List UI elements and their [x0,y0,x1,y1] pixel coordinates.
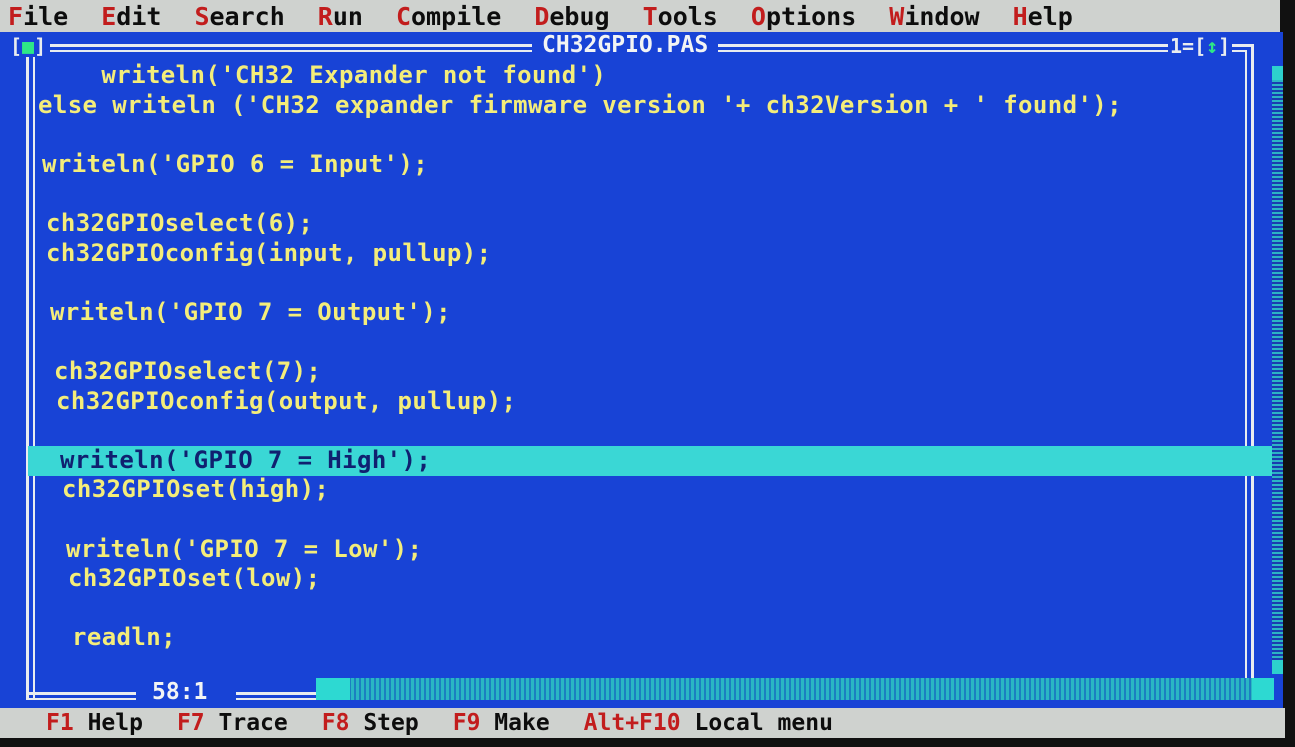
function-key-bar: F1 Help F7 Trace F8 Step F9 Make Alt+F10… [0,708,1285,738]
code-line[interactable]: writeln('GPIO 7 = Output'); [50,298,451,326]
fkey-local-menu[interactable]: Alt+F10 Local menu [584,710,833,736]
menu-run[interactable]: Run [318,2,363,31]
window-title: CH32GPIO.PAS [532,32,719,58]
frame-bottom-line [236,692,316,695]
cursor-position: 58:1 [152,679,208,705]
menu-file[interactable]: File [8,2,68,31]
scroll-up-arrow-icon[interactable] [1272,66,1283,80]
code-line[interactable]: ch32GPIOset(low); [68,564,320,592]
menu-window[interactable]: Window [889,2,979,31]
editor-window[interactable]: [■] CH32GPIO.PAS 1=[↕] writeln('CH32 Exp… [0,32,1283,708]
vertical-scrollbar[interactable] [1272,66,1283,674]
code-line[interactable]: ch32GPIOconfig(output, pullup); [56,387,516,415]
code-line[interactable]: else writeln ('CH32 expander firmware ve… [38,91,1122,119]
menu-search[interactable]: Search [194,2,284,31]
close-icon: ■ [22,34,35,58]
menu-options[interactable]: Options [751,2,856,31]
scroll-down-arrow-icon[interactable] [1272,660,1283,674]
code-line[interactable]: writeln('CH32 Expander not found') [42,61,606,89]
menu-bar: File Edit Search Run Compile Debug Tools… [0,0,1280,32]
code-line[interactable]: writeln('GPIO 6 = Input'); [42,150,428,178]
scroll-left-arrow-icon[interactable] [316,678,350,700]
code-line[interactable]: writeln('GPIO 7 = Low'); [66,535,422,563]
fkey-step[interactable]: F8 Step [322,710,419,736]
code-line[interactable]: ch32GPIOset(high); [62,475,329,503]
close-box-button[interactable]: [■] [6,34,51,58]
zoom-icon: ↕ [1206,34,1219,58]
frame-bottom-line [26,698,136,700]
code-line[interactable]: ch32GPIOconfig(input, pullup); [46,239,491,267]
frame-bottom-line [236,698,316,700]
horizontal-scrollbar[interactable] [316,678,1266,700]
menu-edit[interactable]: Edit [101,2,161,31]
frame-bottom-line [26,692,136,695]
scroll-right-arrow-icon[interactable] [1252,678,1274,700]
menu-debug[interactable]: Debug [534,2,609,31]
code-line[interactable]: writeln('GPIO 7 = High'); [60,446,431,474]
ide-screen: File Edit Search Run Compile Debug Tools… [0,0,1295,747]
fkey-make[interactable]: F9 Make [453,710,550,736]
menu-compile[interactable]: Compile [396,2,501,31]
code-line[interactable]: ch32GPIOselect(7); [54,357,321,385]
code-line[interactable]: ch32GPIOselect(6); [46,209,313,237]
menu-help[interactable]: Help [1013,2,1073,31]
fkey-trace[interactable]: F7 Trace [177,710,288,736]
zoom-box-button[interactable]: 1=[↕] [1168,34,1233,58]
menu-tools[interactable]: Tools [643,2,718,31]
fkey-help[interactable]: F1 Help [46,710,143,736]
code-line[interactable]: readln; [72,623,176,651]
